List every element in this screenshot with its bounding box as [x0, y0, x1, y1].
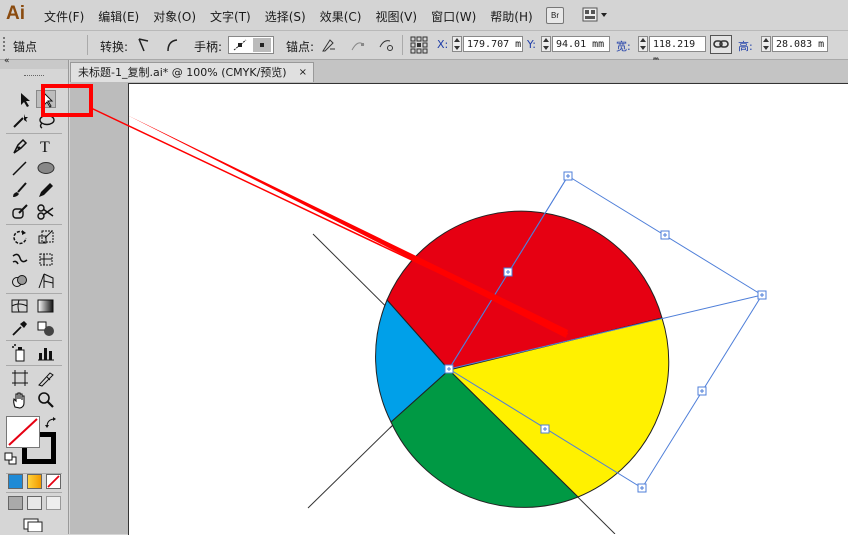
highlight-box: [41, 84, 93, 117]
canvas-artwork: [41, 84, 767, 534]
